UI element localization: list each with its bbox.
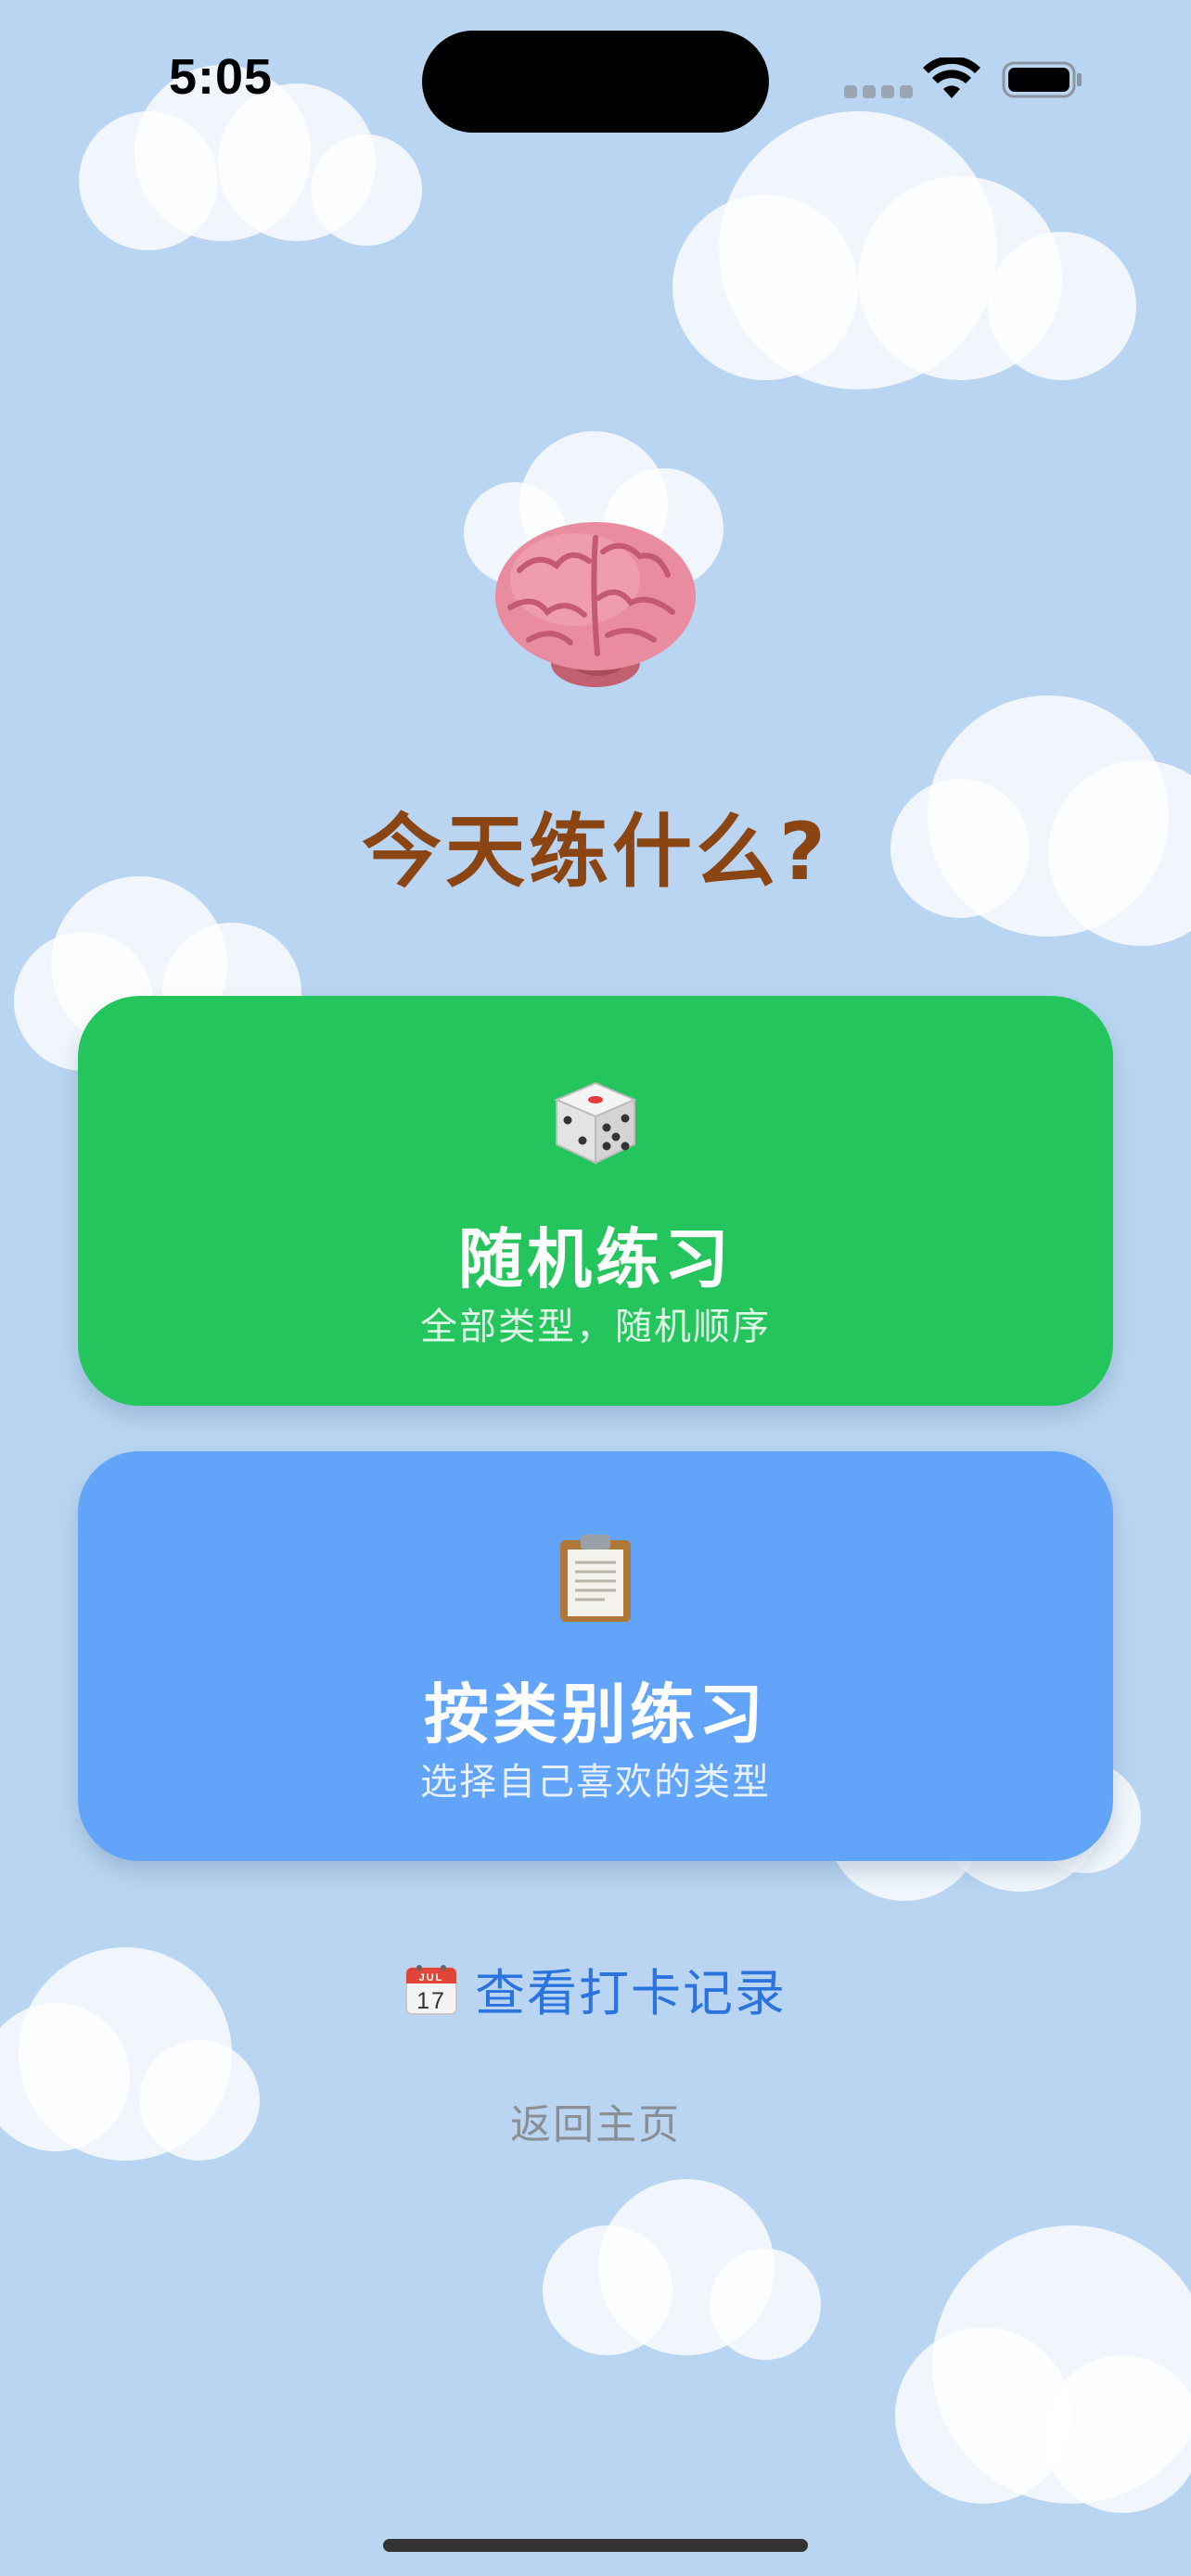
card-title: 按类别练习 [424,1677,767,1753]
dice-icon [554,1081,637,1165]
wifi-icon [923,57,980,98]
page-title: 今天练什么? [362,806,829,899]
cloud-decoration [672,111,1146,408]
home-indicator[interactable] [383,2539,808,2552]
battery-icon [1002,61,1082,98]
cellular-signal-icon [844,85,913,98]
brain-icon [495,522,696,687]
card-subtitle: 全部类型，随机顺序 [420,1306,771,1348]
dynamic-island [422,31,769,133]
card-title: 随机练习 [458,1221,733,1297]
return-home-link[interactable]: 返回主页 [0,2091,1191,2150]
random-practice-button[interactable]: 随机练习 全部类型，随机顺序 [78,996,1113,1406]
checkin-label: 查看打卡记录 [475,1964,787,2022]
calendar-icon: JUL 17 [405,1965,457,2015]
view-checkin-link[interactable]: JUL 17 查看打卡记录 [0,1952,1191,2025]
cloud-decoration [543,2179,839,2365]
category-practice-button[interactable]: 按类别练习 选择自己喜欢的类型 [78,1451,1113,1861]
svg-text:17: 17 [416,1988,446,2014]
svg-text:JUL: JUL [419,1972,444,1983]
clipboard-icon [560,1535,631,1622]
card-subtitle: 选择自己喜欢的类型 [420,1761,771,1804]
cloud-decoration [895,2225,1191,2522]
status-time: 5:05 [169,49,274,105]
